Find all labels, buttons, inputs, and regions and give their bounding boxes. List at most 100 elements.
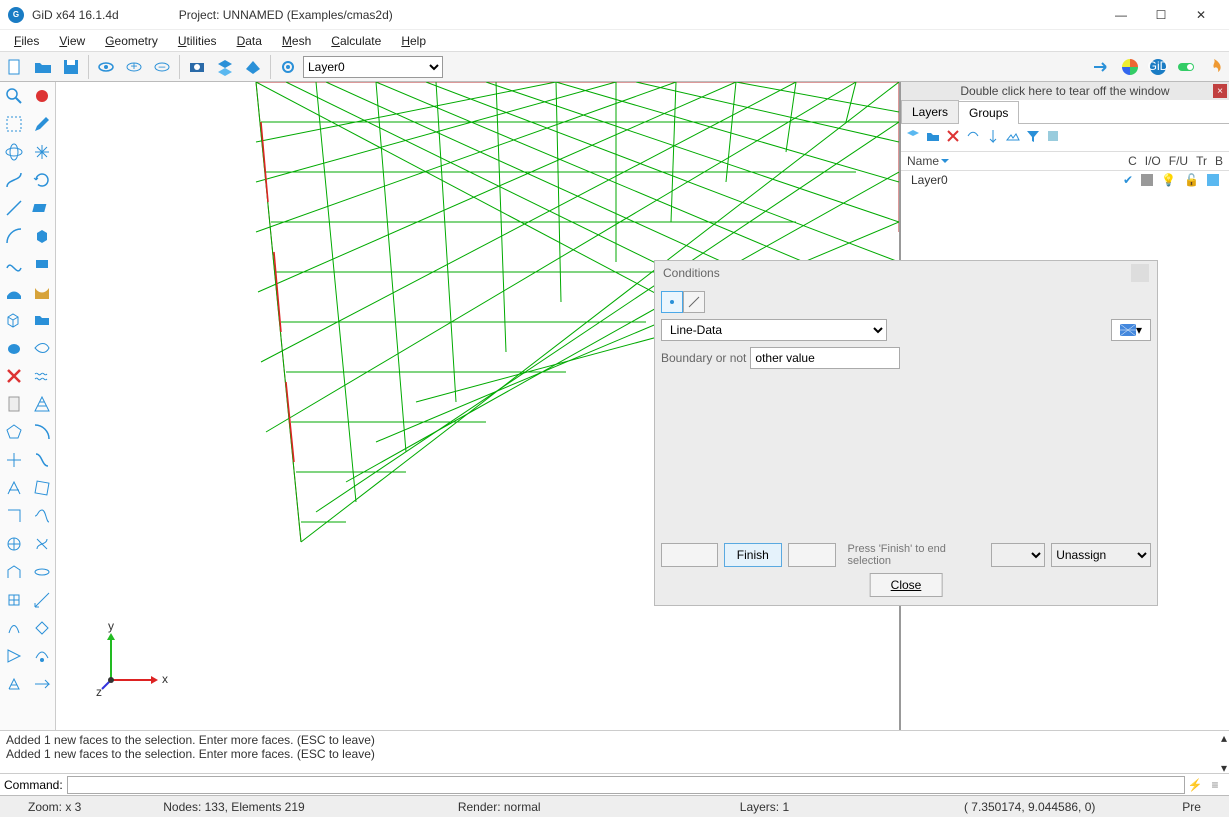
col-name[interactable]: Name: [907, 154, 939, 168]
poly-icon[interactable]: [0, 418, 28, 446]
arrow-icon[interactable]: [1089, 54, 1115, 80]
filter-icon[interactable]: [1025, 128, 1041, 147]
new-layer-icon[interactable]: [905, 128, 921, 147]
surface-icon[interactable]: [0, 278, 28, 306]
tool-p-icon[interactable]: [28, 642, 56, 670]
condition-type-select[interactable]: Line-Data: [661, 319, 887, 341]
close-button[interactable]: Close: [870, 573, 943, 597]
layer-tool-c-icon[interactable]: [1005, 128, 1021, 147]
folder-layer-icon[interactable]: [925, 128, 941, 147]
pencil-icon[interactable]: [28, 110, 56, 138]
snapshot-icon[interactable]: [184, 54, 210, 80]
blob-icon[interactable]: [0, 334, 28, 362]
tool-b-icon[interactable]: [28, 446, 56, 474]
tool-l-icon[interactable]: [28, 586, 56, 614]
blank-button-2[interactable]: [788, 543, 836, 567]
bulb-icon[interactable]: 💡: [1161, 173, 1176, 187]
spline-icon[interactable]: [0, 250, 28, 278]
colorwheel-icon[interactable]: [1117, 54, 1143, 80]
cond-tab-point[interactable]: [661, 291, 683, 313]
menu-help[interactable]: Help: [391, 32, 436, 50]
command-input[interactable]: [67, 776, 1185, 794]
col-tr[interactable]: Tr: [1196, 154, 1207, 168]
fire-icon[interactable]: [1201, 54, 1227, 80]
waves-icon[interactable]: [28, 362, 56, 390]
arc-icon[interactable]: [0, 222, 28, 250]
zoom-in-icon[interactable]: +: [121, 54, 147, 80]
col-b[interactable]: B: [1215, 154, 1223, 168]
layer-row[interactable]: Layer0 ✔ 💡 🔓: [901, 171, 1229, 189]
layer-tool-a-icon[interactable]: [965, 128, 981, 147]
layer-dropdown[interactable]: Layer0: [303, 56, 443, 78]
zoom-fit-icon[interactable]: [0, 82, 28, 110]
tool-q-icon[interactable]: [0, 670, 28, 698]
cond-tab-line[interactable]: [683, 291, 705, 313]
maximize-button[interactable]: ☐: [1141, 1, 1181, 29]
tab-groups[interactable]: Groups: [958, 101, 1019, 124]
folder-icon[interactable]: [28, 306, 56, 334]
tool-o-icon[interactable]: [0, 642, 28, 670]
scroll-up-icon[interactable]: ▴: [1221, 731, 1227, 745]
settings-icon[interactable]: [275, 54, 301, 80]
menu-geometry[interactable]: Geometry: [95, 32, 168, 50]
select-box-icon[interactable]: [0, 110, 28, 138]
layer-tool-b-icon[interactable]: [985, 128, 1001, 147]
delete-icon[interactable]: [0, 362, 28, 390]
save-file-icon[interactable]: [58, 54, 84, 80]
arc2-icon[interactable]: [28, 418, 56, 446]
page-icon[interactable]: [0, 390, 28, 418]
tab-layers[interactable]: Layers: [901, 100, 959, 123]
line-icon[interactable]: [0, 194, 28, 222]
refresh-icon[interactable]: [28, 166, 56, 194]
check-icon[interactable]: ✔: [1123, 173, 1133, 187]
toggle-icon[interactable]: [1173, 54, 1199, 80]
col-io[interactable]: I/O: [1145, 154, 1161, 168]
tool-k-icon[interactable]: [0, 586, 28, 614]
unassign-dropdown[interactable]: Unassign: [1051, 543, 1151, 567]
plane-icon[interactable]: [28, 194, 56, 222]
menu-view[interactable]: View: [49, 32, 95, 50]
tool-m-icon[interactable]: [0, 614, 28, 642]
menu-utilities[interactable]: Utilities: [168, 32, 227, 50]
tool-r-icon[interactable]: [28, 670, 56, 698]
surface2-icon[interactable]: [28, 278, 56, 306]
blank-button-1[interactable]: [661, 543, 718, 567]
selection-dropdown[interactable]: [991, 543, 1046, 567]
col-fu[interactable]: F/U: [1169, 154, 1188, 168]
menu-mesh[interactable]: Mesh: [272, 32, 321, 50]
gid-icon[interactable]: GiD: [1145, 54, 1171, 80]
tool-d-icon[interactable]: [28, 474, 56, 502]
zoom-icon[interactable]: [93, 54, 119, 80]
lock-icon[interactable]: 🔓: [1184, 173, 1199, 187]
record-icon[interactable]: [28, 82, 56, 110]
dialog-close-icon[interactable]: [1131, 264, 1149, 282]
sparkle-icon[interactable]: [28, 138, 56, 166]
tool-c-icon[interactable]: [0, 474, 28, 502]
menu-data[interactable]: Data: [227, 32, 272, 50]
tool-e-icon[interactable]: [0, 502, 28, 530]
delete-layer-icon[interactable]: [945, 128, 961, 147]
close-button[interactable]: ✕: [1181, 1, 1221, 29]
wing-icon[interactable]: [28, 334, 56, 362]
tool-g-icon[interactable]: [0, 530, 28, 558]
panel-close-icon[interactable]: ×: [1213, 84, 1227, 98]
color-swatch[interactable]: [1141, 174, 1153, 186]
render-icon[interactable]: [240, 54, 266, 80]
menu-calculate[interactable]: Calculate: [321, 32, 391, 50]
color-picker[interactable]: ▾: [1111, 319, 1151, 341]
mesh-tool-icon[interactable]: [28, 390, 56, 418]
tool-j-icon[interactable]: [28, 558, 56, 586]
boundary-input[interactable]: [750, 347, 900, 369]
tool-a-icon[interactable]: [0, 446, 28, 474]
col-c[interactable]: C: [1128, 154, 1137, 168]
minimize-button[interactable]: —: [1101, 1, 1141, 29]
tearoff-hint[interactable]: Double click here to tear off the window…: [901, 82, 1229, 100]
cube-icon[interactable]: [28, 222, 56, 250]
tool-i-icon[interactable]: [0, 558, 28, 586]
tool-f-icon[interactable]: [28, 502, 56, 530]
tool-h-icon[interactable]: [28, 530, 56, 558]
layer-tool-d-icon[interactable]: [1045, 128, 1061, 147]
wirecube-icon[interactable]: [0, 306, 28, 334]
rect-tool-icon[interactable]: [28, 250, 56, 278]
curve-icon[interactable]: [0, 166, 28, 194]
